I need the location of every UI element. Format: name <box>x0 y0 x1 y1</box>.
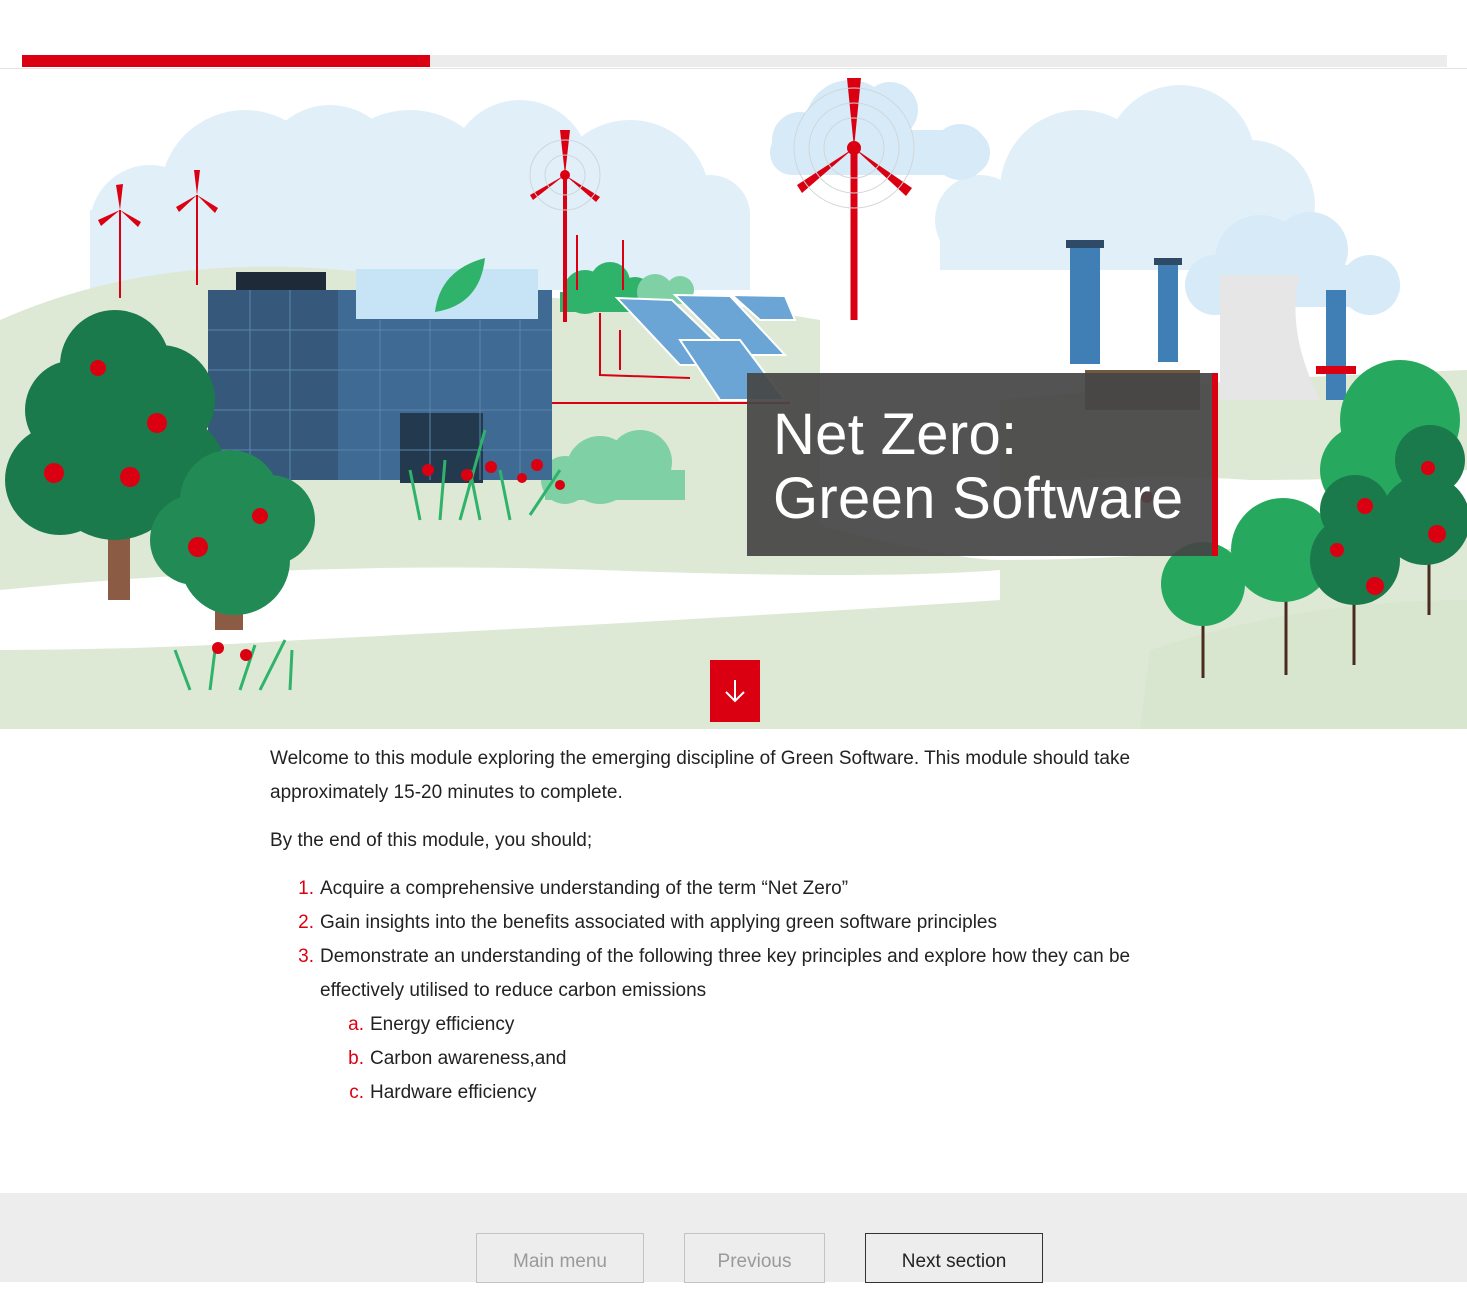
hero-title-box: Net Zero: Green Software <box>747 373 1218 556</box>
footer-nav: Main menu Previous Next section <box>0 1193 1467 1283</box>
sub-objective-marker: c. <box>349 1082 364 1103</box>
scroll-down-button[interactable] <box>710 660 760 722</box>
objective-text: Demonstrate an understanding of the foll… <box>320 946 1131 1001</box>
progress-bar <box>22 55 1447 67</box>
previous-button[interactable]: Previous <box>684 1233 825 1283</box>
intro-paragraph: Welcome to this module exploring the eme… <box>270 748 1131 803</box>
objective-item: 2. Gain insights into the benefits assoc… <box>270 906 1210 940</box>
objectives-list: 1. Acquire a comprehensive understanding… <box>270 872 1210 1110</box>
objective-marker: 1. <box>298 878 314 899</box>
objective-text: Acquire a comprehensive understanding of… <box>320 878 849 899</box>
hero-banner: Net Zero: Green Software <box>0 69 1467 729</box>
intro-objectives-lead: By the end of this module, you should; <box>270 830 593 851</box>
objective-marker: 3. <box>298 946 314 967</box>
top-bar <box>0 0 1467 69</box>
sub-objective-marker: a. <box>348 1014 364 1035</box>
hero-title-line-1: Net Zero: <box>773 402 1018 467</box>
arrow-down-icon <box>725 680 745 703</box>
objective-marker: 2. <box>298 912 314 933</box>
hero-illustration <box>0 78 1467 729</box>
sub-objective-text: Energy efficiency <box>370 1014 515 1035</box>
sub-objective-item: b. Carbon awareness,and <box>270 1042 1210 1076</box>
next-section-button[interactable]: Next section <box>865 1233 1043 1283</box>
hero-title-line-2: Green Software <box>773 466 1184 531</box>
objective-text: Gain insights into the benefits associat… <box>320 912 997 933</box>
sub-objective-item: a. Energy efficiency <box>270 1008 1210 1042</box>
sub-objective-marker: b. <box>348 1048 364 1069</box>
objective-item: 3. Demonstrate an understanding of the f… <box>270 940 1210 1008</box>
main-menu-button[interactable]: Main menu <box>476 1233 644 1283</box>
progress-fill <box>22 55 430 67</box>
sub-objective-text: Hardware efficiency <box>370 1082 537 1103</box>
sub-objective-text: Carbon awareness,and <box>370 1048 567 1069</box>
objective-item: 1. Acquire a comprehensive understanding… <box>270 872 1210 906</box>
sub-objective-item: c. Hardware efficiency <box>270 1076 1210 1110</box>
intro-content: Welcome to this module exploring the eme… <box>270 742 1210 1110</box>
